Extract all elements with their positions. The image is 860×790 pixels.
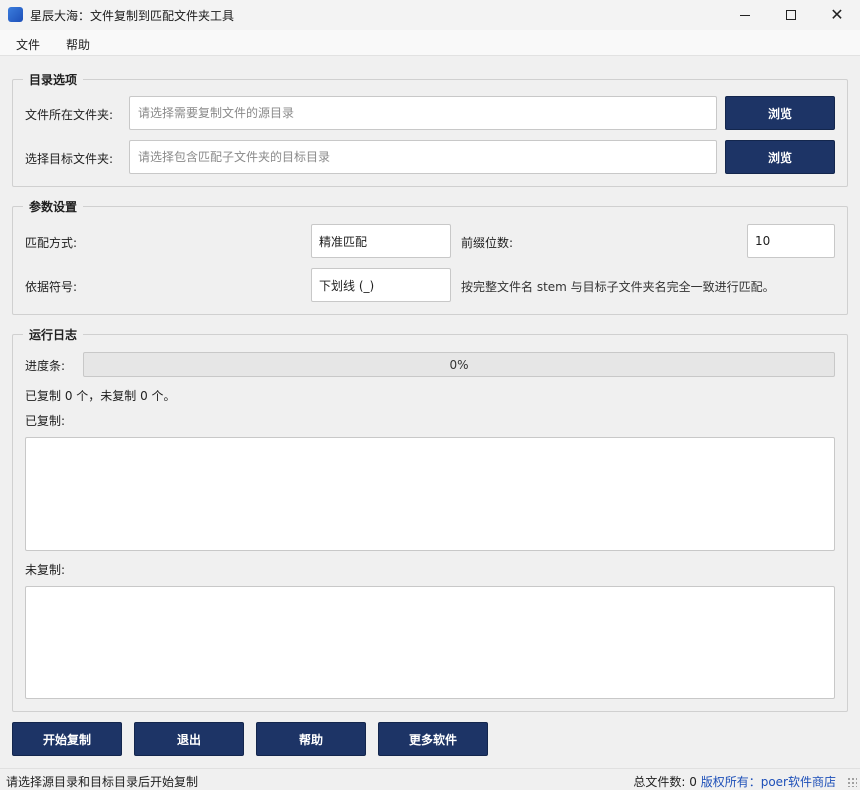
match-mode-label: 匹配方式: (25, 236, 78, 250)
app-icon (8, 7, 23, 22)
resize-grip-icon[interactable] (847, 777, 857, 787)
exit-button[interactable]: 退出 (134, 722, 244, 756)
status-message: 请选择源目录和目标目录后开始复制 (6, 775, 199, 789)
close-button[interactable]: ✕ (814, 0, 860, 30)
total-files: 总文件数: 0 (633, 775, 697, 789)
log-group-title: 运行日志 (23, 326, 84, 343)
window-title: 星辰大海：文件复制到匹配文件夹工具 (30, 9, 235, 23)
delimiter-label: 依据符号: (25, 280, 78, 294)
start-copy-button[interactable]: 开始复制 (12, 722, 122, 756)
menu-help[interactable]: 帮助 (66, 36, 90, 53)
status-bar: 请选择源目录和目标目录后开始复制 总文件数: 0 版权所有：poer软件商店 (0, 768, 860, 790)
directory-group-title: 目录选项 (23, 71, 84, 88)
not-copied-label: 未复制: (25, 563, 66, 577)
target-folder-input[interactable] (129, 140, 717, 174)
match-mode-select[interactable]: 精准匹配 (311, 224, 451, 258)
match-mode-value: 精准匹配 (319, 234, 368, 249)
prefix-digits-value: 10 (755, 234, 771, 248)
maximize-icon (786, 10, 796, 20)
minimize-button[interactable] (722, 0, 768, 30)
source-folder-input[interactable] (129, 96, 717, 130)
delimiter-select[interactable]: 下划线 (_) (311, 268, 451, 302)
copied-log[interactable] (25, 437, 835, 551)
minimize-icon (740, 14, 750, 16)
menu-bar: 文件 帮助 (0, 30, 860, 56)
maximize-button[interactable] (768, 0, 814, 30)
progress-label: 进度条: (25, 359, 66, 373)
progress-text: 0% (449, 358, 469, 372)
close-icon: ✕ (830, 5, 844, 24)
title-bar: 星辰大海：文件复制到匹配文件夹工具 ✕ (0, 0, 860, 30)
menu-file[interactable]: 文件 (16, 36, 40, 53)
progress-bar: 0% (83, 352, 835, 377)
copied-label: 已复制: (25, 414, 66, 428)
more-software-button[interactable]: 更多软件 (378, 722, 488, 756)
copy-summary: 已复制 0 个，未复制 0 个。 (25, 389, 176, 403)
copyright-link[interactable]: 版权所有：poer软件商店 (701, 775, 836, 789)
status-right: 总文件数: 0 版权所有：poer软件商店 (633, 773, 836, 790)
browse-target-button[interactable]: 浏览 (725, 140, 835, 174)
delimiter-value: 下划线 (_) (319, 278, 375, 293)
prefix-digits-input[interactable]: 10 (747, 224, 835, 258)
params-group-title: 参数设置 (23, 198, 84, 215)
browse-source-button[interactable]: 浏览 (725, 96, 835, 130)
match-hint: 按完整文件名 stem 与目标子文件夹名完全一致进行匹配。 (461, 280, 775, 294)
target-folder-label: 选择目标文件夹: (25, 152, 114, 166)
prefix-digits-label: 前缀位数: (461, 236, 514, 250)
not-copied-log[interactable] (25, 586, 835, 699)
help-button[interactable]: 帮助 (256, 722, 366, 756)
source-folder-label: 文件所在文件夹: (25, 108, 114, 122)
